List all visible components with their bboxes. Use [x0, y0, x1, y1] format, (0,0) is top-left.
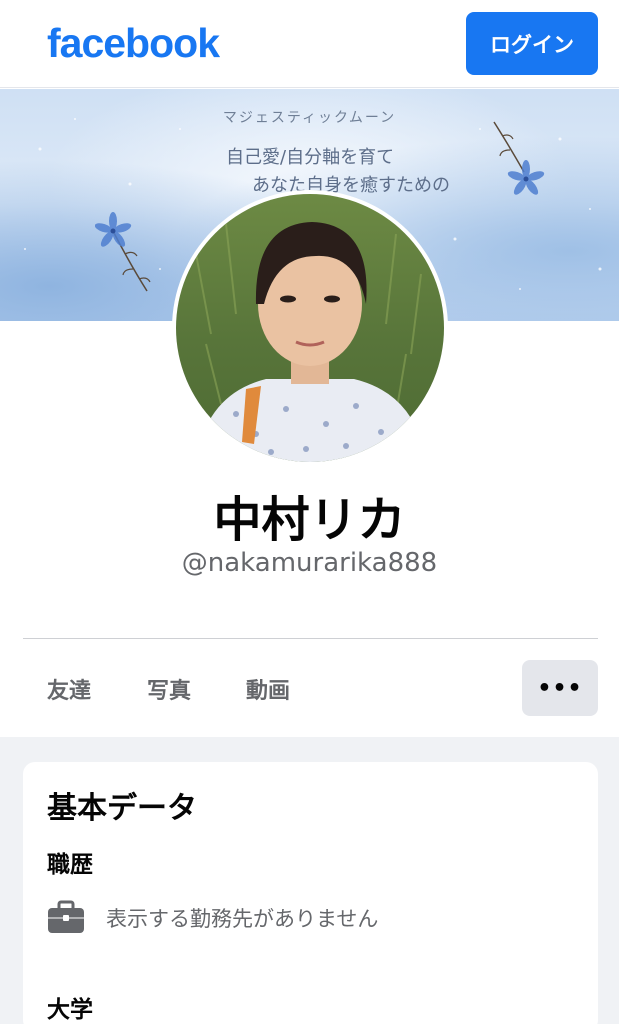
- flower-left-decoration: [95, 212, 151, 292]
- login-button[interactable]: ログイン: [466, 12, 598, 75]
- flower-right-decoration: [493, 121, 545, 195]
- education-heading: 大学: [47, 997, 93, 1023]
- about-title: 基本データ: [47, 791, 197, 826]
- person-portrait: [195, 222, 426, 462]
- tab-photos[interactable]: 写真: [147, 673, 191, 705]
- avatar-photo: [176, 194, 444, 462]
- profile-handle: @nakamurarika888: [181, 548, 438, 578]
- work-empty-text: 表示する勤務先がありません: [106, 907, 379, 931]
- profile-name: 中村リカ: [213, 492, 406, 548]
- tab-friends[interactable]: 友達: [47, 673, 91, 705]
- facebook-logo[interactable]: facebook: [47, 20, 220, 67]
- tab-videos[interactable]: 動画: [246, 673, 290, 705]
- profile-avatar[interactable]: [172, 190, 448, 466]
- cover-text-line1: 自己愛/自分軸を育て: [226, 147, 395, 168]
- more-options-button[interactable]: •••: [522, 660, 598, 716]
- work-heading: 職歴: [47, 852, 93, 878]
- divider: [23, 638, 598, 639]
- briefcase-icon: [48, 900, 84, 933]
- more-icon: •••: [537, 675, 583, 701]
- top-bar: facebook ログイン: [0, 0, 619, 88]
